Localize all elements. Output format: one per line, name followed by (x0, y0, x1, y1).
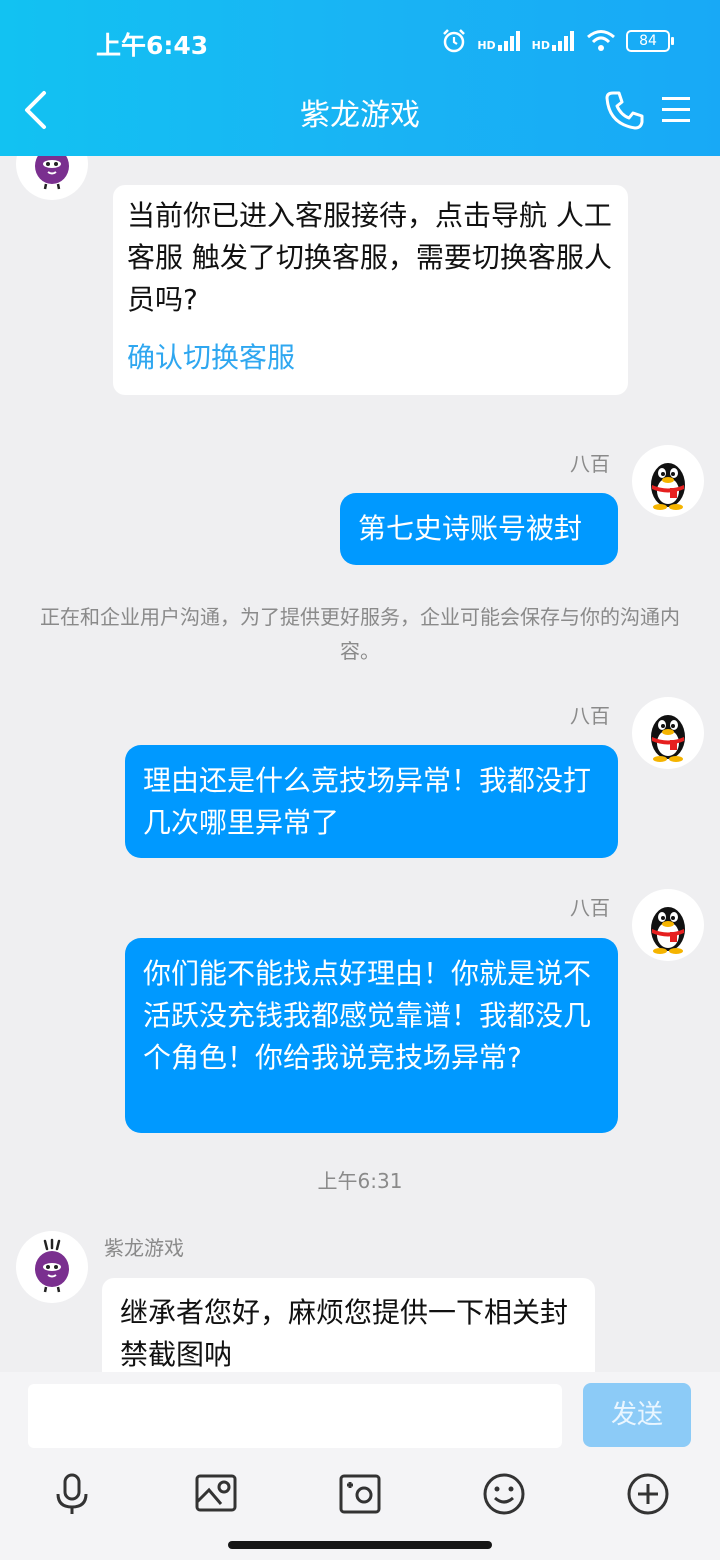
phone-icon[interactable] (604, 90, 644, 130)
message-bubble: 当前你已进入客服接待，点击导航 人工客服 触发了切换客服，需要切换客服人员吗? … (113, 185, 628, 395)
message-text: 第七史诗账号被封 (358, 512, 583, 545)
user-avatar[interactable] (632, 889, 704, 961)
message-bubble: 理由还是什么竞技场异常！我都没打几次哪里异常了 (125, 745, 618, 858)
signal-icon: HD (477, 31, 521, 51)
message-input[interactable] (28, 1384, 562, 1448)
sender-name: 八百 (570, 704, 610, 728)
mascot-icon (35, 156, 69, 190)
user-avatar[interactable] (632, 697, 704, 769)
qq-penguin-icon (651, 715, 685, 762)
input-bar: 发送 (0, 1372, 720, 1560)
status-time: 上午6:43 (96, 31, 209, 60)
status-icons: HD HD 84 (441, 28, 674, 54)
microphone-icon[interactable] (50, 1472, 94, 1516)
qq-penguin-icon (651, 907, 685, 954)
message-bubble: 第七史诗账号被封 (340, 493, 618, 565)
battery-icon: 84 (626, 30, 674, 52)
emoji-icon[interactable] (482, 1472, 526, 1516)
mascot-icon (35, 1238, 69, 1293)
service-avatar[interactable] (16, 1231, 88, 1303)
message-text: 继承者您好，麻烦您提供一下相关封禁截图呐 (120, 1296, 569, 1371)
sender-name: 紫龙游戏 (104, 1236, 184, 1260)
qq-penguin-icon (651, 463, 685, 510)
home-indicator[interactable] (228, 1541, 492, 1549)
camera-icon[interactable] (338, 1472, 382, 1516)
signal-icon: HD (532, 31, 576, 51)
system-notice: 正在和企业用户沟通，为了提供更好服务，企业可能会保存与你的沟通内容。 (40, 605, 680, 663)
message-text: 理由还是什么竞技场异常！我都没打几次哪里异常了 (143, 764, 592, 839)
chat-message-list[interactable]: 当前你已进入客服接待，点击导航 人工客服 触发了切换客服，需要切换客服人员吗? … (0, 156, 720, 1372)
image-icon[interactable] (194, 1472, 238, 1516)
message-text: 当前你已进入客服接待，点击导航 人工客服 触发了切换客服，需要切换客服人员吗? (127, 199, 612, 316)
message-bubble: 继承者您好，麻烦您提供一下相关封禁截图呐 (102, 1278, 595, 1372)
message-text: 你们能不能找点好理由！你就是说不活跃没充钱我都感觉靠谱！我都没几个角色！你给我说… (143, 957, 592, 1074)
sender-name: 八百 (570, 896, 610, 920)
hd-label: HD (531, 39, 550, 52)
plus-icon[interactable] (626, 1472, 670, 1516)
wifi-icon (587, 30, 615, 51)
user-avatar[interactable] (632, 445, 704, 517)
service-avatar[interactable] (16, 156, 88, 200)
sender-name: 八百 (570, 452, 610, 476)
hd-label: HD (477, 39, 496, 52)
message-bubble: 你们能不能找点好理由！你就是说不活跃没充钱我都感觉靠谱！我都没几个角色！你给我说… (125, 938, 618, 1133)
alarm-icon (443, 29, 466, 53)
confirm-switch-link[interactable]: 确认切换客服 (127, 337, 614, 379)
menu-icon[interactable] (660, 94, 692, 126)
timestamp: 上午6:31 (317, 1169, 403, 1193)
title-bar: 上午6:43 HD HD 84 紫龙游戏 (0, 0, 720, 156)
send-button[interactable]: 发送 (583, 1383, 691, 1447)
